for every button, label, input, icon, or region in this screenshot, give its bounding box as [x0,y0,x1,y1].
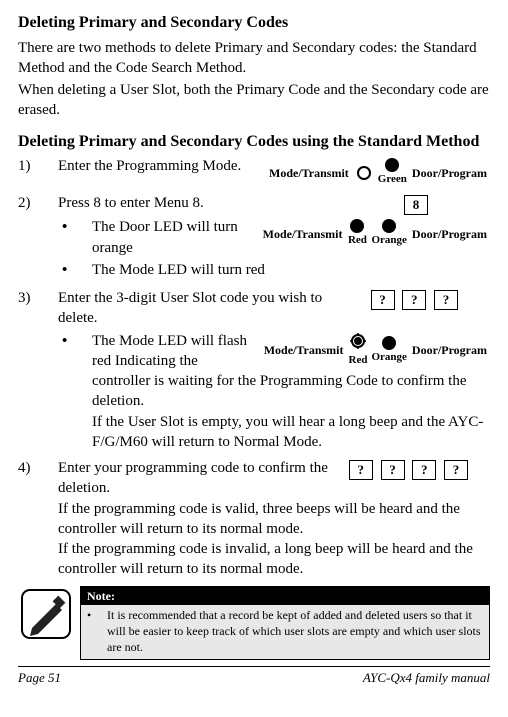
step-2-text: Press 8 to enter Menu 8. [58,193,396,213]
bullet-icon: • [58,217,92,237]
step-num-1: 1) [18,156,58,176]
mode-transmit-label-3: Mode/Transmit [261,342,347,358]
note-title: Note: [81,587,489,605]
page-number: Page 51 [18,669,61,687]
led-mode-red-icon [350,219,364,233]
bullet-icon: • [58,260,92,280]
step-num-2: 2) [18,193,58,213]
key-8-icon: 8 [404,195,428,215]
step4-para-a: If the programming code is valid, three … [58,499,490,540]
keyrow-step3: ? ? ? [369,290,461,310]
key-q-icon: ? [412,460,436,480]
footer-divider [18,666,490,667]
footer: Page 51 AYC-Qx4 family manual [18,669,490,687]
step-num-4: 4) [18,458,58,478]
key-q-icon: ? [371,290,395,310]
step4-para-b: If the programming code is invalid, a lo… [58,539,490,580]
door-program-label-2: Door/Program [409,226,490,242]
note-pencil-icon [18,586,74,642]
keyrow-step4: ? ? ? ? [347,460,470,480]
intro-para-1: There are two methods to delete Primary … [18,38,490,79]
intro-para-2: When deleting a User Slot, both the Prim… [18,80,490,121]
key-q-icon: ? [349,460,373,480]
step-1-text: Enter the Programming Mode. [58,156,260,176]
key-q-icon: ? [434,290,458,310]
note-block: Note: • It is recommended that a record … [18,586,490,661]
red-label-2: Red [349,353,368,368]
diagram-step2b: Mode/Transmit Red Orange Door/Program [260,219,490,248]
note-text: It is recommended that a record be kept … [107,607,483,656]
led-door-green-icon [385,158,399,172]
orange-label: Orange [371,233,406,248]
step-4-text: Enter your programming code to confirm t… [58,460,328,496]
door-program-label: Door/Program [409,165,490,181]
mode-transmit-label-2: Mode/Transmit [260,226,346,242]
step2-bullet2: The Mode LED will turn red [92,260,265,280]
key-q-icon: ? [444,460,468,480]
led-door-orange-icon-2 [382,336,396,350]
step-3-text: Enter the 3-digit User Slot code you wis… [58,288,363,329]
key-q-icon: ? [402,290,426,310]
led-door-orange-icon [382,219,396,233]
page-title: Deleting Primary and Secondary Codes [18,12,490,34]
orange-label-2: Orange [371,350,406,365]
bullet-icon: • [87,607,107,656]
section-subtitle: Deleting Primary and Secondary Codes usi… [18,131,490,153]
diagram-step3b: Mode/Transmit Red Orange Door/Program [261,333,490,368]
led-mode-flash-red-icon [350,333,366,353]
key-q-icon: ? [381,460,405,480]
mode-transmit-label: Mode/Transmit [266,165,352,181]
bullet-icon: • [58,331,92,351]
red-label: Red [348,233,367,248]
green-label: Green [378,172,407,187]
led-mode-empty-icon [357,166,371,180]
diagram-step1: Mode/Transmit Green Door/Program [266,158,490,187]
manual-name: AYC-Qx4 family manual [363,669,490,687]
door-program-label-3: Door/Program [409,342,490,358]
step2-bullet1: The Door LED will turn orange [92,217,254,258]
step3-bullet1b: If the User Slot is empty, you will hear… [92,412,490,453]
keyrow-step2: 8 [402,195,430,215]
steps-list: Mode/Transmit Green Door/Program 1) Ente… [18,156,490,579]
step-num-3: 3) [18,288,58,308]
